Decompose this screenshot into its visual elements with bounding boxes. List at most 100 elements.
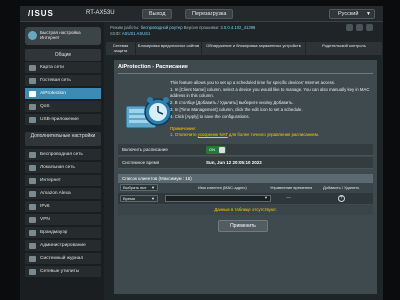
language-label: Русский [338, 11, 359, 17]
sidebar-item-label: VPN [40, 217, 50, 222]
sidebar-item-firewall[interactable]: Брандмауэр [25, 227, 101, 239]
state-dropdown[interactable]: Время ▼ [120, 195, 158, 202]
wifi-icon [29, 152, 36, 158]
chevron-down-icon: ▼ [366, 11, 371, 17]
log-icon [29, 256, 36, 262]
system-time-value: Sun, Jun 12 20:05:10 2022 [206, 160, 262, 165]
sidebar-item-label: USB-приложение [40, 117, 79, 122]
qos-icon [29, 104, 36, 110]
sidebar-item-ipv6[interactable]: IPv6 [25, 201, 101, 213]
mode-value[interactable]: беспроводной роутер [141, 25, 183, 30]
enable-schedule-label: Включить расписание [122, 147, 168, 152]
state-value: Время [123, 196, 136, 201]
sidebar-item-system-log[interactable]: Системный журнал [25, 253, 101, 265]
sidebar-item-usb-app[interactable]: USB-приложение [25, 114, 101, 126]
sidebar-item-vpn[interactable]: VPN [25, 214, 101, 226]
aiprotection-tabs: Сетевая защита Блокировка вредоносных са… [106, 42, 383, 55]
toggle-state: ON [209, 147, 215, 152]
ssid-label: SSID: [110, 31, 121, 36]
model-name: RT-AX53U [86, 10, 115, 16]
sidebar-item-label: IPv6 [40, 204, 50, 209]
sidebar-item-guest-network[interactable]: Гостевая сеть [25, 75, 101, 87]
firewall-icon [29, 230, 36, 236]
wan-status-icon[interactable] [346, 24, 353, 31]
usb-status-icon[interactable] [356, 24, 363, 31]
language-select[interactable]: Русский ▼ [329, 9, 375, 19]
tab-infected-devices[interactable]: Обнаружение и блокировка зараженных устр… [202, 42, 306, 55]
sidebar-item-wireless[interactable]: Беспроводная сеть [25, 149, 101, 161]
client-table-header: Выбрать все ▼ Имя клиента (MAC-адрес) Уп… [118, 183, 373, 193]
sidebar-item-label: Сетевые утилиты [40, 269, 80, 274]
status-info: Режим работы: беспроводной роутер Версия… [106, 23, 383, 39]
router-admin-app: /ISUS RT-AX53U Выход Перезагрузка Русски… [20, 6, 383, 300]
sidebar-item-label: Карта сети [40, 65, 64, 70]
select-all-label: Выбрать все [123, 185, 147, 190]
client-list-title: Список клиентов (Максимум : 16) [118, 174, 373, 183]
sidebar-item-network-tools[interactable]: Сетевые утилиты [25, 266, 101, 278]
apply-button[interactable]: Применить [218, 220, 268, 232]
sidebar-item-label: Брандмауэр [40, 230, 68, 235]
guest-icon [29, 78, 36, 84]
desc-step-2: 2. В столбце [Добавить / Удалить] выбери… [170, 100, 294, 105]
sidebar-item-administration[interactable]: Администрирование [25, 240, 101, 252]
page-title: AiProtection - Расписание [118, 64, 188, 70]
plus-icon: + [339, 195, 344, 201]
ipv6-icon [29, 204, 36, 210]
tab-network-protection[interactable]: Сетевая защита [106, 42, 136, 55]
schedule-clock-icon [125, 97, 172, 129]
sidebar-item-lan[interactable]: Локальная сеть [25, 162, 101, 174]
sidebar-item-label: Amazon Alexa [40, 191, 71, 196]
desc-intro: This feature allows you to set up a sche… [170, 80, 336, 85]
select-all-dropdown[interactable]: Выбрать все ▼ [120, 184, 158, 191]
notification-icon[interactable] [366, 24, 373, 31]
schedule-panel: AiProtection - Расписание This feature a… [114, 60, 377, 294]
title-divider [118, 73, 373, 74]
col-client-name: Имя клиента (MAC-адрес) [198, 185, 247, 190]
col-time-management: Управление временем [270, 185, 313, 190]
chevron-down-icon[interactable]: ▼ [264, 195, 268, 200]
client-mac-input[interactable]: ▼ [165, 195, 271, 202]
note-rest: для более точного управления расписанием… [227, 132, 320, 137]
alexa-icon [29, 191, 36, 197]
sidebar-item-aiprotection[interactable]: AiProtection [25, 88, 101, 100]
dash-text: — [286, 195, 291, 201]
reboot-button[interactable]: Перезагрузка [185, 9, 234, 19]
client-input-row: Время ▼ ▼ — + [118, 193, 373, 204]
desc-step-3: 3. In [Time Management] column, click th… [170, 107, 303, 112]
top-bar: /ISUS RT-AX53U Выход Перезагрузка Русски… [20, 6, 383, 22]
logout-button[interactable]: Выход [142, 9, 173, 19]
shield-icon [29, 91, 36, 97]
sidebar-item-label: QoS [40, 104, 50, 109]
tools-icon [29, 269, 36, 275]
sidebar-item-wan[interactable]: Интернет [25, 175, 101, 187]
chevron-down-icon: ▼ [151, 185, 155, 190]
vpn-icon [29, 217, 36, 223]
sidebar-item-label: Системный журнал [40, 256, 84, 261]
description: This feature allows you to set up a sche… [170, 80, 370, 121]
sidebar-item-qos[interactable]: QoS [25, 101, 101, 113]
sidebar-item-network-map[interactable]: Карта сети [25, 62, 101, 74]
quick-setup-button[interactable]: Быстрая настройка Интернет [25, 27, 101, 45]
tab-malicious-sites[interactable]: Блокировка вредоносных сайтов [136, 42, 202, 55]
desc-step-1: 1. In [Client Name] column, select a dev… [170, 87, 370, 98]
tab-parental-control[interactable]: Родительский контроль [306, 42, 383, 55]
nat-acceleration-link[interactable]: ускорение NAT [198, 132, 228, 137]
add-client-button[interactable]: + [338, 195, 345, 202]
note: Примечание: 1. Отключите ускорение NAT д… [170, 126, 370, 138]
ssid-values: ASUS1 ASUS1 [121, 31, 151, 36]
sidebar-item-alexa[interactable]: Amazon Alexa [25, 188, 101, 200]
admin-icon [29, 243, 36, 249]
sidebar-item-label: AiProtection [40, 91, 66, 96]
firmware-value[interactable]: 3.0.0.4.102_41396 [220, 25, 255, 30]
enable-schedule-toggle[interactable]: ON [206, 146, 226, 154]
globe-icon [29, 178, 36, 184]
map-icon [29, 65, 36, 71]
quick-setup-label: Быстрая настройка Интернет [40, 30, 81, 40]
enable-schedule-row: Включить расписание ON [118, 144, 373, 156]
empty-table-message: Данные в таблице отсутствуют. [118, 205, 373, 215]
section-advanced: Дополнительные настройки [25, 132, 101, 146]
sidebar-item-label: Локальная сеть [40, 165, 75, 170]
firmware-label: Версия прошивки: [183, 25, 220, 30]
screen-frame: /ISUS RT-AX53U Выход Перезагрузка Русски… [0, 0, 400, 300]
system-time-row: Системное время Sun, Jun 12 20:05:10 202… [118, 157, 373, 169]
